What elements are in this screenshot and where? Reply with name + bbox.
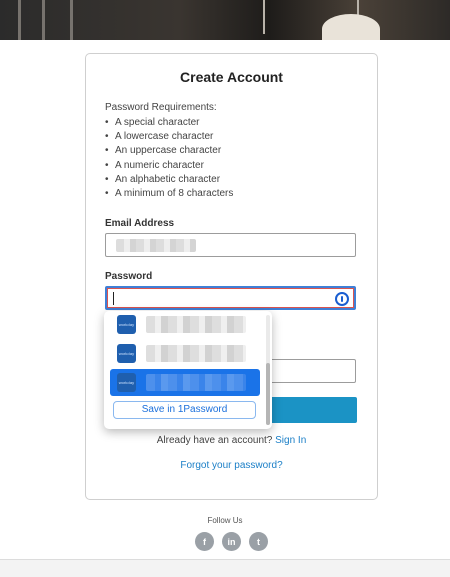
workday-logo-icon: workday <box>117 315 136 334</box>
password-label: Password <box>105 271 153 282</box>
requirement-item: • A numeric character <box>105 159 204 171</box>
email-field[interactable] <box>105 233 356 257</box>
hero-banner-image <box>0 0 450 40</box>
saved-login-item-selected[interactable]: workday <box>110 369 260 396</box>
hero-detail <box>263 0 265 34</box>
password-requirements-title: Password Requirements: <box>105 102 217 113</box>
social-links: f in t <box>195 532 268 551</box>
facebook-icon[interactable]: f <box>195 532 214 551</box>
hero-detail <box>42 0 45 40</box>
page-bottom-bar <box>0 559 450 577</box>
saved-login-item[interactable]: workday <box>110 311 260 338</box>
create-account-card: Create Account Password Requirements: • A… <box>85 53 378 500</box>
redacted-login <box>146 374 246 391</box>
scrollbar-thumb[interactable] <box>266 363 270 425</box>
popup-scrollbar[interactable] <box>266 315 270 425</box>
follow-us-label: Follow Us <box>207 516 243 525</box>
password-field[interactable] <box>105 286 356 310</box>
requirement-item: • A lowercase character <box>105 131 214 143</box>
redacted-login <box>146 316 246 333</box>
requirement-item: • A minimum of 8 characters <box>105 188 234 200</box>
linkedin-icon[interactable]: in <box>222 532 241 551</box>
sign-in-link[interactable]: Sign In <box>275 435 306 446</box>
1password-icon[interactable] <box>335 292 349 306</box>
forgot-password-link[interactable]: Forgot your password? <box>86 460 377 471</box>
requirement-item: • An uppercase character <box>105 145 222 157</box>
email-label: Email Address <box>105 218 175 229</box>
requirement-item: • An alphabetic character <box>105 173 221 185</box>
hero-detail <box>18 0 21 40</box>
redacted-login <box>146 345 246 362</box>
twitter-icon[interactable]: t <box>249 532 268 551</box>
saved-login-item[interactable]: workday <box>110 340 260 367</box>
workday-logo-icon: workday <box>117 373 136 392</box>
workday-logo-icon: workday <box>117 344 136 363</box>
hero-lamp <box>322 14 380 40</box>
password-requirements-list: • A special character • A lowercase charac… <box>105 116 233 201</box>
redacted-email <box>116 239 196 252</box>
page-title: Create Account <box>180 69 283 85</box>
save-in-1password-button[interactable]: Save in 1Password <box>113 401 256 419</box>
hero-detail <box>70 0 73 40</box>
sign-in-prompt: Already have an account? Sign In <box>156 435 307 446</box>
password-manager-popup: workday workday workday Save in 1Passwor… <box>104 311 272 429</box>
requirement-item: • A special character <box>105 117 200 128</box>
text-caret <box>113 292 114 305</box>
